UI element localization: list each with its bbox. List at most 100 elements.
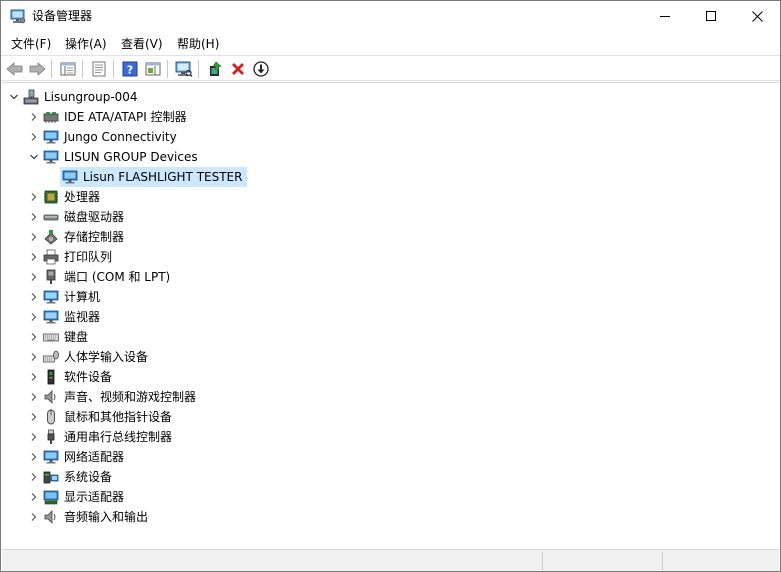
tree-node-processors[interactable]: 处理器	[27, 187, 102, 207]
tree-node-label: 显示适配器	[64, 490, 125, 504]
back-arrow-icon	[6, 62, 23, 76]
tree-node-network-adapters[interactable]: 网络适配器	[27, 447, 126, 467]
system-device-icon	[43, 469, 59, 485]
uninstall-x-icon	[232, 63, 244, 75]
processor-icon	[43, 189, 59, 205]
help-button[interactable]: ?	[119, 58, 141, 80]
tree-node-label: Jungo Connectivity	[64, 130, 177, 144]
minimize-icon	[660, 16, 670, 17]
show-hide-console-tree-button[interactable]	[57, 58, 79, 80]
chevron-right-icon[interactable]	[27, 127, 41, 147]
minimize-button[interactable]	[642, 1, 688, 31]
maximize-icon	[706, 11, 716, 21]
tree-node-label: 键盘	[64, 330, 89, 344]
tree-node-monitors[interactable]: 监视器	[27, 307, 102, 327]
close-button[interactable]	[734, 1, 780, 31]
chevron-right-icon[interactable]	[27, 327, 41, 347]
action-pane-button[interactable]	[142, 58, 164, 80]
network-monitor-icon	[43, 149, 59, 165]
close-icon	[751, 10, 763, 22]
update-driver-icon	[210, 61, 222, 76]
menu-action[interactable]: 操作(A)	[65, 36, 107, 52]
chevron-right-icon[interactable]	[27, 427, 41, 447]
chevron-right-icon[interactable]	[27, 467, 41, 487]
properties-icon	[92, 61, 106, 77]
disk-drive-icon	[43, 209, 59, 225]
tree-node-computer[interactable]: 计算机	[27, 287, 102, 307]
device-tree[interactable]: Lisungroup-004 IDE ATA/ATAPI 控制器 Jungo C…	[2, 82, 779, 548]
mouse-icon	[43, 409, 59, 425]
chevron-right-icon[interactable]	[27, 267, 41, 287]
ide-controller-icon	[43, 109, 59, 125]
status-bar	[2, 549, 779, 571]
menu-view[interactable]: 查看(V)	[121, 36, 163, 52]
tree-node-jungo-connectivity[interactable]: Jungo Connectivity	[27, 127, 179, 147]
uninstall-device-button[interactable]	[227, 58, 249, 80]
tree-node-keyboards[interactable]: 键盘	[27, 327, 90, 347]
toolbar: ?	[1, 55, 780, 81]
network-monitor-icon	[43, 129, 59, 145]
software-device-icon	[43, 369, 59, 385]
tree-node-human-interface-devices[interactable]: 人体学输入设备	[27, 347, 150, 367]
maximize-button[interactable]	[688, 1, 734, 31]
chevron-right-icon[interactable]	[27, 487, 41, 507]
chevron-right-icon[interactable]	[27, 507, 41, 527]
chevron-right-icon[interactable]	[27, 247, 41, 267]
tree-node-software-devices[interactable]: 软件设备	[27, 367, 114, 387]
speaker-icon	[43, 389, 59, 405]
properties-button[interactable]	[88, 58, 110, 80]
back-button[interactable]	[4, 58, 26, 80]
device-manager-window: 设备管理器 文件(F) 操作(A) 查看(V) 帮助(H) ? Lisungro…	[0, 0, 781, 572]
storage-controller-icon	[43, 229, 59, 245]
tree-node-label: 网络适配器	[64, 450, 125, 464]
tree-node-lisun-group-devices[interactable]: LISUN GROUP Devices	[27, 147, 200, 167]
chevron-right-icon[interactable]	[27, 207, 41, 227]
tree-node-ide-controllers[interactable]: IDE ATA/ATAPI 控制器	[27, 107, 189, 127]
chevron-right-icon[interactable]	[27, 447, 41, 467]
tree-node-mice-pointing-devices[interactable]: 鼠标和其他指针设备	[27, 407, 174, 427]
toolbar-separator	[82, 60, 83, 78]
chevron-right-icon[interactable]	[27, 307, 41, 327]
tree-node-label: 人体学输入设备	[64, 350, 149, 364]
chevron-right-icon[interactable]	[27, 407, 41, 427]
display-adapter-icon	[43, 489, 59, 505]
computer-icon	[43, 289, 59, 305]
menu-file[interactable]: 文件(F)	[11, 36, 51, 52]
tree-node-disk-drives[interactable]: 磁盘驱动器	[27, 207, 126, 227]
tree-node-ports[interactable]: 端口 (COM 和 LPT)	[27, 267, 172, 287]
selection-highlight: Lisun FLASHLIGHT TESTER	[60, 167, 248, 187]
chevron-down-icon[interactable]	[27, 147, 41, 167]
tree-node-audio-inputs-outputs[interactable]: 音频输入和输出	[27, 507, 150, 527]
printer-icon	[43, 249, 59, 265]
chevron-right-icon[interactable]	[27, 387, 41, 407]
tree-node-display-adapters[interactable]: 显示适配器	[27, 487, 126, 507]
tree-node-lisun-flashlight-tester[interactable]: Lisun FLASHLIGHT TESTER	[60, 167, 248, 187]
tree-node-system-devices[interactable]: 系统设备	[27, 467, 114, 487]
action-pane-icon	[145, 62, 161, 76]
chevron-right-icon[interactable]	[27, 187, 41, 207]
chevron-down-icon[interactable]	[7, 87, 21, 107]
tree-node-label: 鼠标和其他指针设备	[64, 410, 173, 424]
tree-node-print-queues[interactable]: 打印队列	[27, 247, 114, 267]
tree-node-label: 存储控制器	[64, 230, 125, 244]
chevron-right-icon[interactable]	[27, 367, 41, 387]
chevron-right-icon[interactable]	[27, 347, 41, 367]
tree-node-usb-controllers[interactable]: 通用串行总线控制器	[27, 427, 174, 447]
menu-help[interactable]: 帮助(H)	[177, 36, 219, 52]
update-driver-button[interactable]	[204, 58, 226, 80]
chevron-right-icon[interactable]	[27, 287, 41, 307]
tree-root-node[interactable]: Lisungroup-004	[7, 87, 140, 107]
tree-node-sound-video-game-controllers[interactable]: 声音、视频和游戏控制器	[27, 387, 198, 407]
computer-network-icon	[23, 89, 39, 105]
tree-node-label: IDE ATA/ATAPI 控制器	[64, 110, 187, 124]
tree-node-storage-controllers[interactable]: 存储控制器	[27, 227, 126, 247]
chevron-right-icon[interactable]	[27, 107, 41, 127]
enable-device-button[interactable]	[250, 58, 272, 80]
tree-node-label: 通用串行总线控制器	[64, 430, 173, 444]
scan-hardware-changes-button[interactable]	[173, 58, 195, 80]
chevron-right-icon[interactable]	[27, 227, 41, 247]
scan-hardware-icon	[175, 61, 193, 77]
title-bar[interactable]: 设备管理器	[1, 1, 780, 31]
tree-node-label: 处理器	[64, 190, 101, 204]
forward-button[interactable]	[26, 58, 48, 80]
